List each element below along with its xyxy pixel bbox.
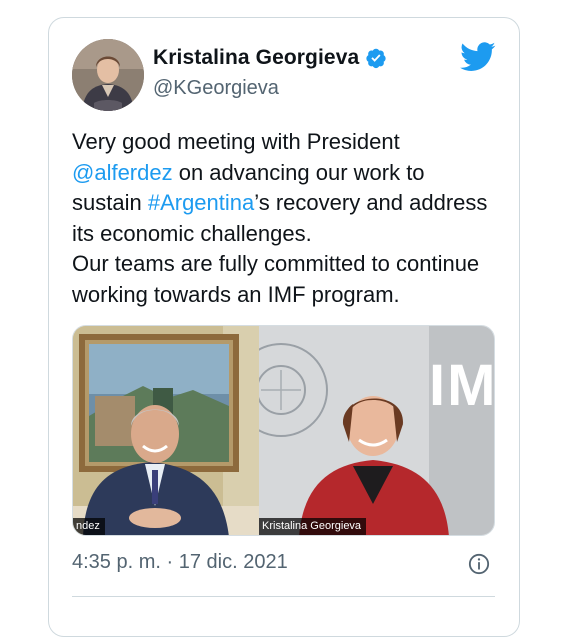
- video-call-right-pane: IM Kristalina Georgieva: [259, 326, 494, 535]
- author-name[interactable]: Kristalina Georgieva: [153, 46, 359, 70]
- card-divider: [72, 596, 495, 597]
- participant-photo-left: [73, 326, 259, 535]
- verified-badge-icon: [366, 48, 386, 69]
- meta-separator: ·: [160, 551, 179, 573]
- tweet-media-image[interactable]: ndez IM Kristalina Georgieva: [72, 325, 495, 536]
- tweet-date[interactable]: 17 dic. 2021: [179, 551, 288, 573]
- author-handle[interactable]: @KGeorgieva: [153, 77, 279, 100]
- tweet-text: Very good meeting with President @alferd…: [72, 127, 512, 310]
- tweet-time[interactable]: 4:35 p. m.: [72, 551, 161, 573]
- left-participant-caption: ndez: [73, 518, 105, 535]
- author-avatar[interactable]: [72, 39, 144, 111]
- author-name-row[interactable]: Kristalina Georgieva: [153, 46, 387, 70]
- info-icon[interactable]: [468, 553, 490, 575]
- mention-link-alferdez[interactable]: @alferdez: [72, 160, 173, 185]
- right-participant-caption: Kristalina Georgieva: [259, 518, 367, 535]
- avatar-photo: [72, 39, 144, 111]
- video-call-left-pane: ndez: [73, 326, 259, 535]
- imf-wall-letters: IM: [429, 353, 494, 418]
- tweet-text-segment: Very good meeting with President: [72, 129, 400, 154]
- hashtag-link-argentina[interactable]: #Argentina: [148, 190, 254, 215]
- twitter-bird-icon[interactable]: [460, 42, 496, 72]
- tweet-timestamp[interactable]: 4:35 p. m. · 17 dic. 2021: [72, 551, 288, 574]
